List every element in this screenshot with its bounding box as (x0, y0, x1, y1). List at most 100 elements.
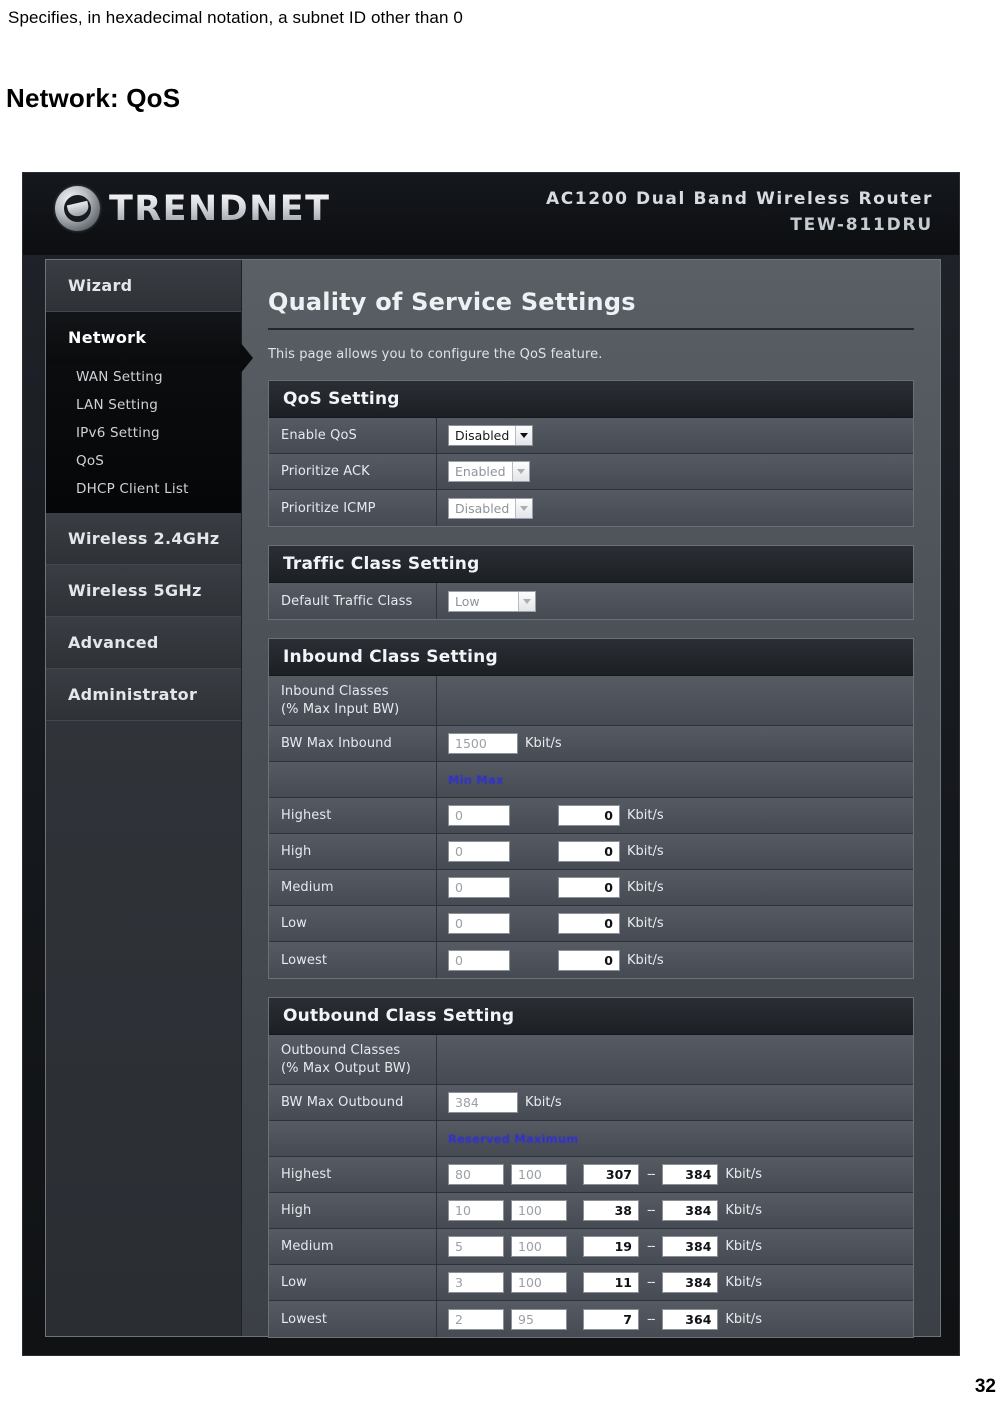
outbound-lowest-min-percent-input[interactable]: 2 (448, 1308, 504, 1330)
row-inbound-medium: Medium 0 0 Kbit/s (269, 870, 913, 907)
outbound-class-setting-section: Outbound Class Setting Outbound Classes … (268, 997, 914, 1339)
label-bw-max-inbound: BW Max Inbound (269, 726, 437, 762)
traffic-class-setting-heading: Traffic Class Setting (269, 546, 913, 583)
sidebar-item-qos[interactable]: QoS (46, 447, 241, 475)
field-inbound-highest: 0 0 Kbit/s (437, 800, 913, 831)
bw-max-outbound-unit: Kbit/s (525, 1095, 562, 1111)
product-model: TEW-811DRU (790, 215, 933, 235)
outbound-low-unit: Kbit/s (725, 1275, 763, 1291)
field-outbound-medium: 5 100 19 -- 384 Kbit/s (437, 1231, 913, 1262)
inbound-class-setting-section: Inbound Class Setting Inbound Classes (%… (268, 638, 914, 980)
sidebar-item-wan-setting[interactable]: WAN Setting (46, 363, 241, 391)
outbound-high-separator: -- (647, 1203, 655, 1219)
prioritize-ack-select[interactable]: Enabled (448, 461, 530, 482)
default-traffic-class-value: Low (455, 593, 480, 609)
router-admin-screenshot: TRENDNET AC1200 Dual Band Wireless Route… (22, 172, 960, 1356)
inbound-low-rate-input[interactable]: 0 (558, 913, 620, 935)
inbound-low-percent-input[interactable]: 0 (448, 913, 510, 935)
sidebar-item-administrator[interactable]: Administrator (46, 669, 241, 721)
sidebar-item-lan-setting[interactable]: LAN Setting (46, 391, 241, 419)
label-inbound-low: Low (269, 906, 437, 942)
outbound-low-min-percent-input[interactable]: 3 (448, 1272, 504, 1294)
traffic-class-setting-section: Traffic Class Setting Default Traffic Cl… (268, 545, 914, 620)
sidebar-nav: Wizard Network WAN Setting LAN Setting I… (46, 260, 253, 1336)
field-inbound-medium: 0 0 Kbit/s (437, 872, 913, 903)
prioritize-icmp-select[interactable]: Disabled (448, 497, 534, 519)
outbound-highest-min-rate-input[interactable]: 307 (583, 1164, 639, 1186)
outbound-medium-min-percent-input[interactable]: 5 (448, 1236, 504, 1258)
sidebar-item-ipv6-setting[interactable]: IPv6 Setting (46, 419, 241, 447)
outbound-low-min-rate-input[interactable]: 11 (583, 1272, 639, 1294)
label-inbound-classes-line2: (% Max Input BW) (281, 701, 400, 717)
label-outbound-highest: Highest (269, 1157, 437, 1193)
outbound-high-max-rate-input[interactable]: 384 (662, 1200, 719, 1222)
prioritize-ack-value: Enabled (455, 464, 506, 479)
sidebar-item-wireless-5ghz[interactable]: Wireless 5GHz (46, 565, 241, 617)
inbound-highest-rate-input[interactable]: 0 (558, 805, 620, 827)
label-outbound-classes-line1: Outbound Classes (281, 1043, 401, 1059)
sidebar-group-network: Network WAN Setting LAN Setting IPv6 Set… (46, 312, 253, 513)
outbound-highest-max-percent-input[interactable]: 100 (511, 1164, 567, 1186)
bw-max-inbound-input[interactable]: 1500 (448, 733, 518, 755)
outbound-highest-min-percent-input[interactable]: 80 (448, 1164, 504, 1186)
inbound-medium-rate-input[interactable]: 0 (558, 877, 620, 899)
sidebar-item-wireless-24ghz[interactable]: Wireless 2.4GHz (46, 513, 241, 565)
label-outbound-lowest: Lowest (269, 1301, 437, 1338)
row-bw-max-inbound: BW Max Inbound 1500 Kbit/s (269, 726, 913, 763)
outbound-lowest-max-percent-input[interactable]: 95 (511, 1308, 567, 1330)
inbound-high-percent-input[interactable]: 0 (448, 841, 510, 863)
default-traffic-class-select[interactable]: Low (448, 590, 536, 612)
qos-setting-section: QoS Setting Enable QoS Disabled Prioriti… (268, 380, 914, 527)
sidebar-item-advanced[interactable]: Advanced (46, 617, 241, 669)
field-inbound-classes-header (437, 696, 913, 706)
field-inbound-high: 0 0 Kbit/s (437, 836, 913, 867)
inbound-highest-percent-input[interactable]: 0 (448, 805, 510, 827)
inbound-medium-percent-input[interactable]: 0 (448, 877, 510, 899)
row-prioritize-ack: Prioritize ACK Enabled (269, 454, 913, 490)
chevron-down-icon (511, 462, 529, 481)
outbound-lowest-min-rate-input[interactable]: 7 (583, 1308, 639, 1330)
outbound-low-max-percent-input[interactable]: 100 (511, 1272, 567, 1294)
label-enable-qos: Enable QoS (269, 418, 437, 453)
sidebar-item-dhcp-client-list[interactable]: DHCP Client List (46, 475, 241, 513)
label-outbound-medium: Medium (269, 1229, 437, 1265)
outbound-medium-max-percent-input[interactable]: 100 (511, 1236, 567, 1258)
label-inbound-classes-line1: Inbound Classes (281, 684, 389, 699)
inbound-high-rate-input[interactable]: 0 (558, 841, 620, 863)
field-prioritize-icmp: Disabled (437, 493, 913, 524)
manual-body-text: Specifies, in hexadecimal notation, a su… (8, 8, 463, 27)
row-inbound-column-header: Min Max (269, 762, 913, 799)
outbound-high-max-percent-input[interactable]: 100 (511, 1200, 567, 1222)
sidebar-item-wizard[interactable]: Wizard (46, 260, 241, 312)
label-prioritize-ack: Prioritize ACK (269, 454, 437, 489)
bw-max-outbound-input[interactable]: 384 (448, 1092, 518, 1114)
inbound-column-header-text: Min Max (448, 772, 504, 787)
inbound-low-unit: Kbit/s (627, 916, 664, 932)
row-outbound-high: High 10 100 38 -- 384 Kbit/s (269, 1193, 913, 1230)
field-enable-qos: Disabled (437, 420, 913, 451)
row-default-traffic-class: Default Traffic Class Low (269, 583, 913, 619)
trendnet-logo-icon (55, 186, 100, 231)
admin-panel: Wizard Network WAN Setting LAN Setting I… (45, 259, 941, 1339)
outbound-low-max-rate-input[interactable]: 384 (662, 1272, 719, 1294)
chevron-down-icon (515, 498, 533, 518)
inbound-class-setting-heading: Inbound Class Setting (269, 639, 913, 676)
outbound-medium-min-rate-input[interactable]: 19 (583, 1236, 639, 1258)
enable-qos-value: Disabled (455, 428, 510, 443)
sidebar-item-network[interactable]: Network (46, 312, 241, 363)
outbound-lowest-max-rate-input[interactable]: 364 (662, 1308, 719, 1330)
label-inbound-high: High (269, 834, 437, 870)
outbound-high-min-percent-input[interactable]: 10 (448, 1200, 504, 1222)
label-inbound-column-header-blank (269, 762, 437, 798)
outbound-medium-max-rate-input[interactable]: 384 (662, 1236, 719, 1258)
inbound-lowest-percent-input[interactable]: 0 (448, 949, 510, 971)
enable-qos-select[interactable]: Disabled (448, 425, 534, 446)
inbound-lowest-rate-input[interactable]: 0 (558, 949, 620, 971)
row-bw-max-outbound: BW Max Outbound 384 Kbit/s (269, 1085, 913, 1122)
outbound-high-min-rate-input[interactable]: 38 (583, 1200, 639, 1222)
row-outbound-classes-header: Outbound Classes (% Max Output BW) (269, 1035, 913, 1086)
outbound-highest-max-rate-input[interactable]: 384 (662, 1164, 719, 1186)
outbound-highest-unit: Kbit/s (725, 1167, 763, 1183)
outbound-column-header-text: Reserved Maximum (448, 1131, 579, 1146)
field-outbound-lowest: 2 95 7 -- 364 Kbit/s (437, 1304, 913, 1335)
